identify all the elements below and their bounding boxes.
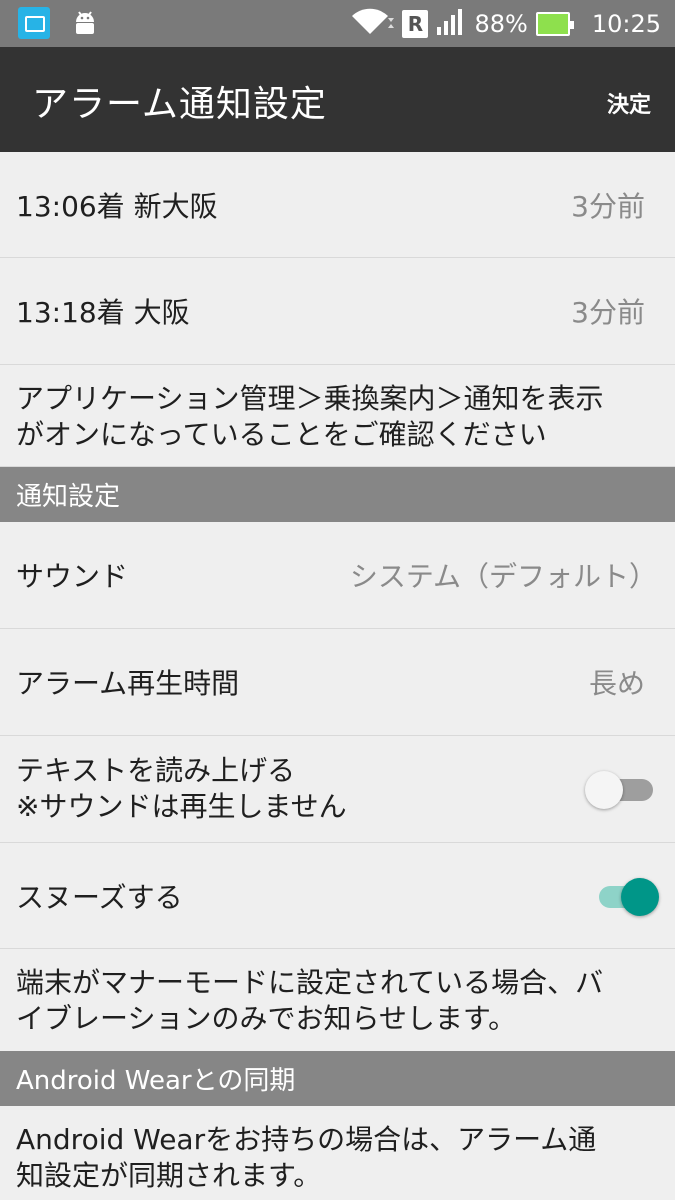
alarm-row[interactable]: 13:18着 大阪 3分前: [0, 258, 675, 365]
sound-value: システム（デフォルト）: [349, 560, 657, 593]
tts-text: テキストを読み上げる ※サウンドは再生しません: [16, 753, 347, 825]
toggle-thumb: [585, 771, 623, 809]
alarm-offset: 3分前: [571, 189, 645, 223]
notice-line: 端末がマナーモードに設定されている場合、バ: [16, 966, 604, 999]
snooze-toggle[interactable]: [591, 876, 659, 916]
section-header-notification: 通知設定: [0, 467, 675, 522]
snooze-label: スヌーズする: [16, 880, 183, 914]
alarm-duration-label: アラーム再生時間: [16, 667, 240, 700]
android-icon: [72, 8, 98, 38]
page-title: アラーム通知設定: [32, 84, 327, 125]
tts-setting-row[interactable]: テキストを読み上げる ※サウンドは再生しません: [0, 736, 675, 843]
alarm-label: 13:18着 大阪: [16, 296, 190, 329]
alarm-row[interactable]: 13:06着 新大阪 3分前: [0, 152, 675, 258]
battery-percent: 88%: [474, 9, 528, 38]
alarm-duration-row[interactable]: アラーム再生時間 長め: [0, 629, 675, 736]
snooze-setting-row[interactable]: スヌーズする: [0, 843, 675, 949]
confirm-button[interactable]: 決定: [607, 87, 651, 119]
notification-permission-notice: アプリケーション管理＞乗換案内＞通知を表示 がオンになっていることをご確認くださ…: [0, 365, 675, 467]
notice-line: 知設定が同期されます。: [16, 1159, 322, 1192]
wifi-icon: [350, 6, 395, 42]
sound-setting-row[interactable]: サウンド システム（デフォルト）: [0, 522, 675, 629]
notice-line: イブレーションのみでお知らせします。: [16, 1002, 517, 1035]
tts-toggle[interactable]: [585, 769, 657, 809]
notice-line: アプリケーション管理＞乗換案内＞通知を表示: [16, 382, 604, 415]
tts-label: テキストを読み上げる: [16, 754, 296, 787]
wear-sync-notice: Android Wearをお持ちの場合は、アラーム通 知設定が同期されます。: [0, 1106, 675, 1200]
vibration-notice: 端末がマナーモードに設定されている場合、バ イブレーションのみでお知らせします。: [0, 949, 675, 1051]
sound-label: サウンド: [16, 560, 129, 593]
alarm-offset: 3分前: [571, 296, 645, 329]
action-bar: アラーム通知設定 決定: [0, 47, 675, 152]
notice-line: がオンになっていることをご確認ください: [16, 418, 547, 451]
alarm-duration-value: 長め: [588, 667, 645, 700]
clock: 10:25: [591, 9, 661, 38]
roaming-icon: R: [402, 9, 429, 38]
status-bar: R 88% 10:25: [0, 0, 675, 47]
screen-mirror-icon: [18, 7, 50, 39]
tts-note: ※サウンドは再生しません: [16, 790, 347, 823]
section-header-wear: Android Wearとの同期: [0, 1051, 675, 1106]
toggle-thumb: [621, 877, 659, 916]
notice-line: Android Wearをお持ちの場合は、アラーム通: [16, 1123, 597, 1156]
battery-icon: [535, 11, 574, 36]
alarm-label: 13:06着 新大阪: [16, 189, 218, 223]
signal-icon: [436, 7, 466, 41]
